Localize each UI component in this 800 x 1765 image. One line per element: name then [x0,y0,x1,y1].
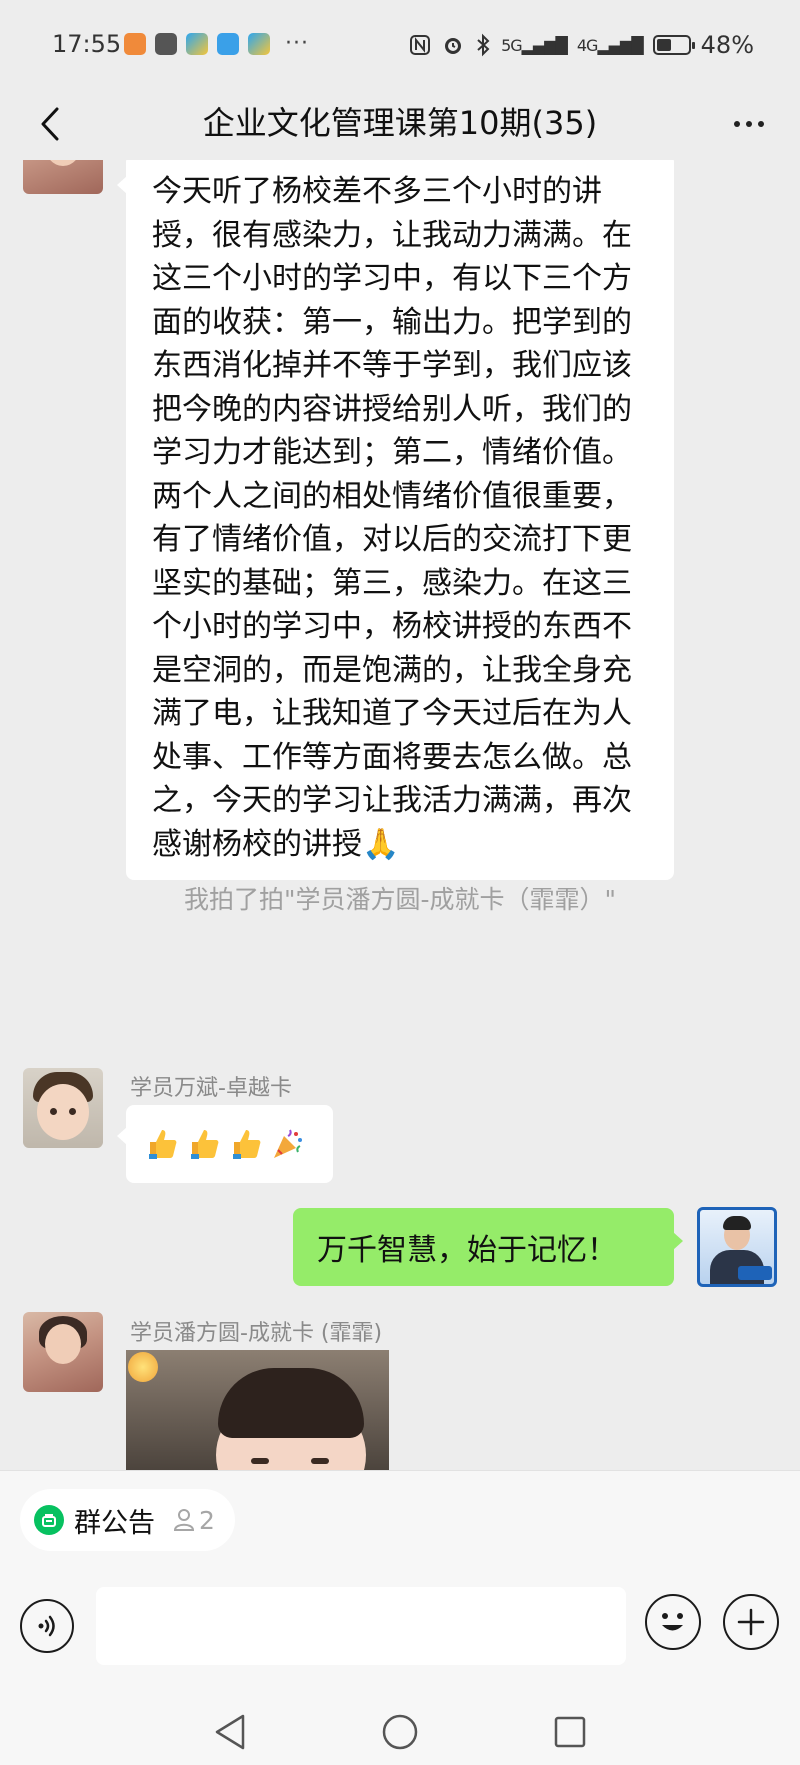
notification-icons: ··· [124,33,309,55]
system-navigation-bar [0,1696,800,1765]
more-horizontal-icon [734,121,740,127]
sender-name-panfangyuan: 学员潘方圆-成就卡 (霏霏) [130,1321,383,1346]
group-notice-button[interactable]: 群公告 2 [20,1489,235,1551]
status-time: 17:55 [52,30,122,58]
avatar-eye [69,1108,76,1115]
thumbs-up-icon [149,1130,177,1159]
pat-system-message: 我拍了拍"学员潘方圆-成就卡（霏霏）" [183,885,617,914]
long-message-text: 今天听了杨校差不多三个小时的讲授，很有感染力，让我动力满满。在这三个小时的学习中… [152,174,632,862]
announcement-glyph [42,1514,56,1527]
thumbs-up-icon [233,1130,261,1159]
more-dot [758,121,764,127]
chat-header: 企业文化管理课第10期(35) [0,92,800,160]
notice-count: 2 [199,1505,215,1535]
bottom-panel: 群公告 2 [0,1470,800,1765]
person-icon [173,1509,195,1531]
more-dot [746,121,752,127]
sender-name-wanbin: 学员万斌-卓越卡 [130,1076,292,1101]
avatar-face [45,160,81,166]
sticker-eye [311,1458,329,1464]
chat-title: 企业文化管理课第10期(35) [202,104,598,142]
my-avatar[interactable] [697,1207,777,1287]
smiley-icon [662,1613,683,1631]
nav-home-button[interactable] [374,1706,426,1758]
chat-message-list[interactable]: 今天听了杨校差不多三个小时的讲授，很有感染力，让我动力满满。在这三个小时的学习中… [0,160,800,1470]
status-bar: 17:55 ··· 5G▂▄▆█ 4G▂▄▆█ 48% [0,0,800,92]
my-message-text: 万千智慧，始于记忆！ [317,1233,617,1268]
avatar-face [37,1084,89,1140]
bluetooth-icon [477,33,490,57]
avatar-face [45,1324,81,1364]
plus-icon [737,1608,765,1636]
circle-home-icon [382,1714,418,1750]
voice-icon [38,1615,55,1637]
thumbs-up-icon [191,1130,219,1159]
more-notifications-icon: ··· [285,31,309,56]
nav-back-button[interactable] [204,1706,256,1758]
battery-percent: 48% [700,31,754,59]
system-status-icons: 5G▂▄▆█ 4G▂▄▆█ 48% [409,31,754,59]
group-notice-label: 群公告 [74,1507,155,1539]
baby-sticker-image[interactable] [126,1350,389,1470]
sticker-hair [218,1368,364,1438]
sticker-badge-icon [128,1352,158,1382]
input-row [0,1581,800,1671]
party-popper-icon [274,1129,302,1158]
battery-fill [656,39,672,51]
nav-recents-button[interactable] [544,1706,596,1758]
network-4g-label: 4G [576,35,599,55]
sticker-eye [251,1458,269,1464]
sender-avatar-wanbin[interactable] [23,1068,103,1148]
more-actions-button[interactable] [723,1594,779,1650]
emoji-row [144,1126,306,1162]
taobao-notification-icon [124,33,146,55]
avatar-hair [723,1216,751,1230]
nfc-icon [410,35,431,55]
more-button[interactable] [722,100,776,148]
message-input[interactable] [96,1587,626,1665]
network-5g-label: 5G [501,35,523,55]
avatar-eye [50,1108,57,1115]
notice-read-count: 2 [173,1506,215,1535]
app-notification-icon [248,33,270,55]
voice-input-button[interactable] [20,1599,74,1653]
announcement-icon [34,1505,64,1535]
app-notification-icon [186,33,208,55]
square-recents-icon [554,1716,586,1748]
alarm-icon [445,38,462,54]
signal-4g: 4G▂▄▆█ [576,35,644,55]
emoji-button[interactable] [645,1594,701,1650]
book-notification-icon [217,33,239,55]
signal-5g: 5G▂▄▆█ [501,35,568,55]
long-message-bubble[interactable]: 今天听了杨校差不多三个小时的讲授，很有感染力，让我动力满满。在这三个小时的学习中… [117,160,674,880]
avatar-badge [738,1266,772,1280]
triangle-back-icon [215,1714,245,1750]
wanbin-message-bubble[interactable] [117,1105,333,1183]
battery-icon [652,35,695,55]
upload-notification-icon [155,33,177,55]
my-message-bubble[interactable]: 万千智慧，始于记忆！ [293,1208,683,1286]
sender-avatar[interactable] [23,160,103,194]
sender-avatar-panfangyuan[interactable] [23,1312,103,1392]
